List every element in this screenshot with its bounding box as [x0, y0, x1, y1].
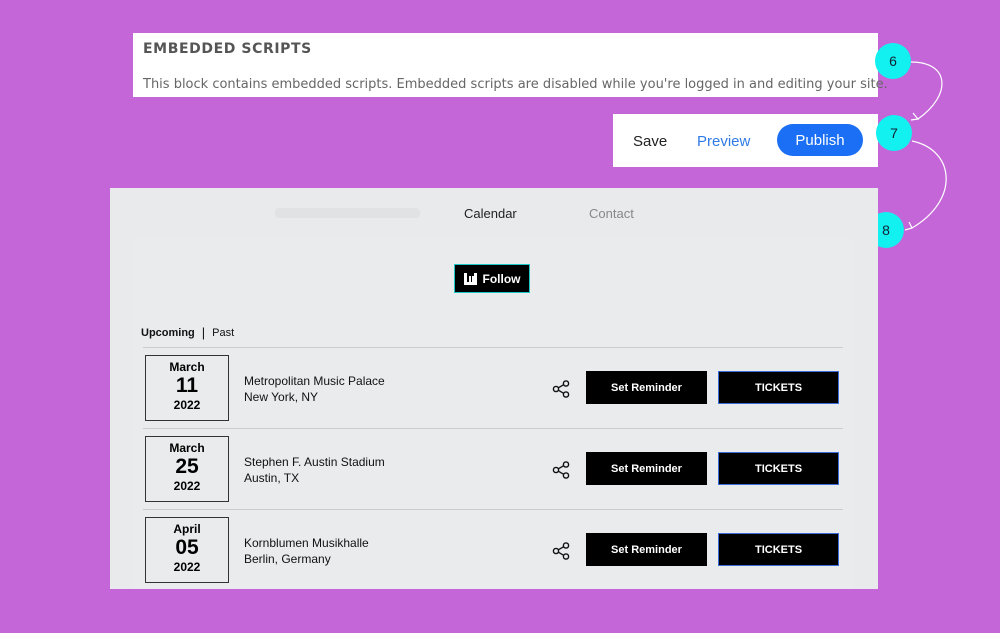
step-badge-7: 7: [876, 115, 912, 151]
share-icon[interactable]: [552, 461, 570, 479]
event-venue: Metropolitan Music Palace: [244, 374, 385, 388]
follow-label: Follow: [482, 271, 521, 286]
save-button[interactable]: Save: [633, 133, 667, 150]
preview-button[interactable]: Preview: [697, 133, 750, 150]
event-location: Berlin, Germany: [244, 552, 331, 566]
nav-calendar-link[interactable]: Calendar: [464, 206, 517, 221]
site-preview: Calendar Contact Follow Upcoming | Past …: [110, 188, 878, 589]
event-month: March: [169, 441, 205, 455]
share-icon[interactable]: [552, 542, 570, 560]
event-year: 2022: [173, 479, 201, 493]
event-venue-info: Kornblumen Musikhalle Berlin, Germany: [244, 535, 369, 567]
tab-upcoming[interactable]: Upcoming: [141, 327, 195, 339]
publish-button[interactable]: Publish: [777, 124, 863, 156]
tickets-button[interactable]: TICKETS: [718, 452, 839, 485]
event-tabs: Upcoming | Past: [141, 325, 234, 340]
event-month: March: [169, 360, 205, 374]
nav-contact-link[interactable]: Contact: [589, 206, 634, 221]
set-reminder-button[interactable]: Set Reminder: [586, 533, 707, 566]
event-location: New York, NY: [244, 390, 319, 404]
event-year: 2022: [173, 398, 201, 412]
event-row: March 25 2022 Stephen F. Austin Stadium …: [143, 428, 843, 509]
tab-separator: |: [201, 325, 206, 340]
follow-button[interactable]: Follow: [454, 264, 530, 293]
tickets-button[interactable]: TICKETS: [718, 371, 839, 404]
event-month: April: [173, 522, 201, 536]
share-icon[interactable]: [552, 380, 570, 398]
event-row: March 11 2022 Metropolitan Music Palace …: [143, 347, 843, 428]
event-date: April 05 2022: [145, 517, 229, 583]
event-location: Austin, TX: [244, 471, 300, 485]
set-reminder-button[interactable]: Set Reminder: [586, 371, 707, 404]
event-date: March 25 2022: [145, 436, 229, 502]
embedded-scripts-notice: EMBEDDED SCRIPTS This block contains emb…: [133, 33, 888, 97]
event-venue-info: Stephen F. Austin Stadium Austin, TX: [244, 454, 385, 486]
nav-item-blurred: [275, 208, 420, 218]
notice-title: EMBEDDED SCRIPTS: [143, 41, 312, 57]
bandsintown-icon: [463, 272, 477, 285]
event-day: 25: [175, 455, 199, 478]
event-day: 11: [175, 374, 199, 397]
tickets-button[interactable]: TICKETS: [718, 533, 839, 566]
step-badge-6: 6: [875, 43, 911, 79]
event-venue: Kornblumen Musikhalle: [244, 536, 369, 550]
event-venue-info: Metropolitan Music Palace New York, NY: [244, 373, 385, 405]
tab-past[interactable]: Past: [212, 327, 234, 339]
editor-action-bar: Save Preview Publish: [613, 114, 878, 167]
event-day: 05: [175, 536, 199, 559]
set-reminder-button[interactable]: Set Reminder: [586, 452, 707, 485]
event-venue: Stephen F. Austin Stadium: [244, 455, 385, 469]
event-year: 2022: [173, 560, 201, 574]
event-date: March 11 2022: [145, 355, 229, 421]
notice-text: This block contains embedded scripts. Em…: [143, 77, 888, 92]
event-row: April 05 2022 Kornblumen Musikhalle Berl…: [143, 509, 843, 589]
